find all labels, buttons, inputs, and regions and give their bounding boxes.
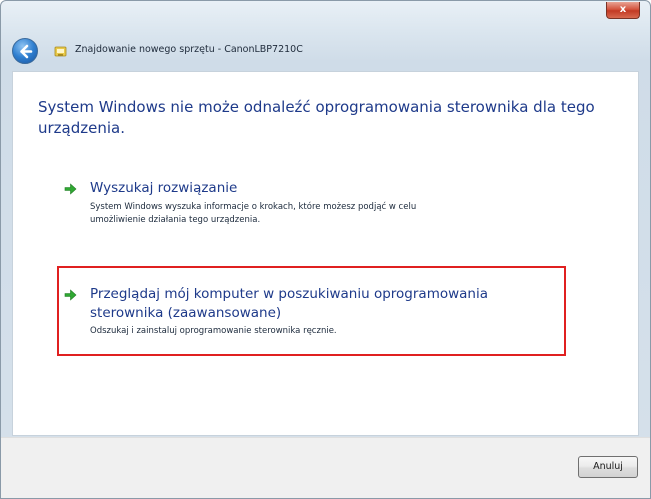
back-button[interactable] bbox=[12, 38, 38, 64]
option-title: Wyszukaj rozwiązanie bbox=[90, 180, 238, 196]
window-title: Znajdowanie nowego sprzętu - CanonLBP721… bbox=[75, 44, 303, 55]
cancel-button[interactable]: Anuluj bbox=[578, 456, 638, 478]
close-icon: x bbox=[619, 4, 627, 15]
option-description: System Windows wyszuka informacje o krok… bbox=[90, 202, 417, 225]
option-description: Odszukaj i zainstaluj oprogramowanie ste… bbox=[90, 326, 337, 336]
green-arrow-icon bbox=[64, 289, 77, 301]
hardware-warning-icon bbox=[54, 46, 67, 57]
close-button[interactable]: x bbox=[606, 2, 640, 19]
option-title: Przeglądaj mój komputer w poszukiwaniu o… bbox=[90, 286, 488, 321]
browse-computer-option[interactable]: Przeglądaj mój komputer w poszukiwaniu o… bbox=[64, 285, 546, 345]
dialog-window: x Znajdowanie nowego sprzętu - CanonLBP7… bbox=[0, 0, 651, 499]
search-solution-option[interactable]: Wyszukaj rozwiązanie System Windows wysz… bbox=[64, 179, 486, 239]
page-heading: System Windows nie może odnaleźć oprogra… bbox=[38, 98, 595, 137]
wizard-content: System Windows nie może odnaleźć oprogra… bbox=[12, 71, 639, 436]
back-arrow-icon bbox=[20, 44, 33, 59]
dialog-footer bbox=[1, 437, 650, 498]
green-arrow-icon bbox=[64, 183, 77, 195]
